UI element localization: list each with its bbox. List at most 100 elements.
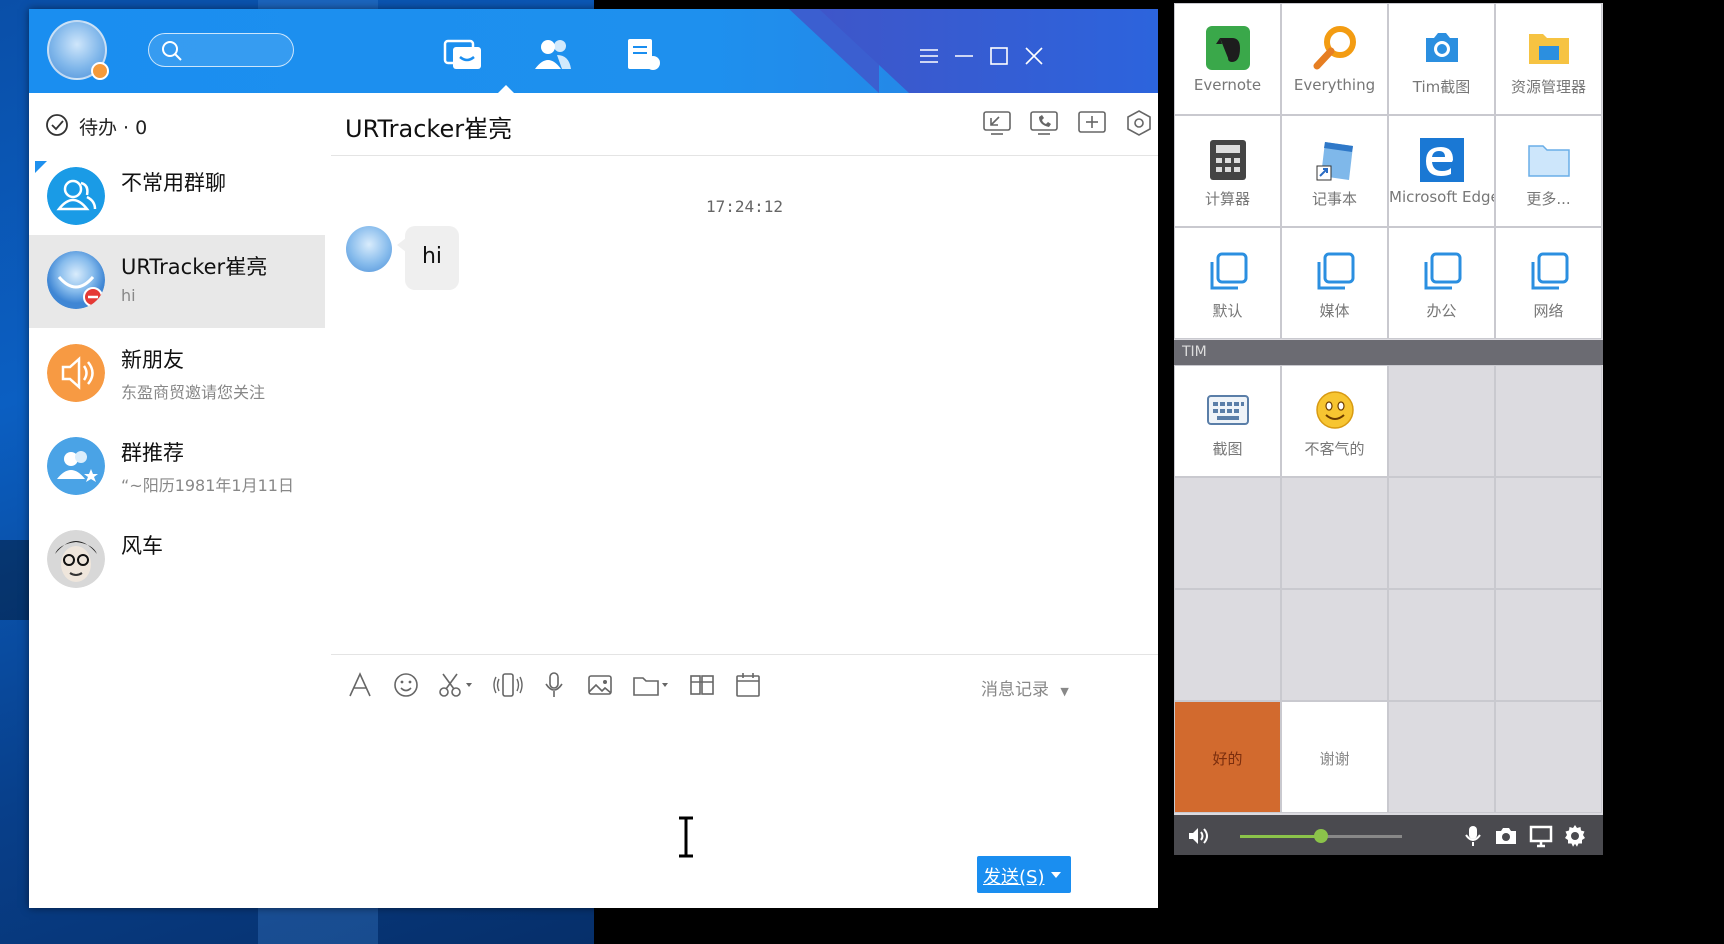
camera-icon: [1426, 33, 1458, 62]
volume-slider-handle[interactable]: [1314, 829, 1328, 843]
send-button[interactable]: 发送(S): [977, 856, 1071, 893]
app-label: Tim截图: [1412, 78, 1471, 96]
contacts-tab-icon[interactable]: [533, 37, 573, 71]
close-icon[interactable]: [1023, 46, 1045, 66]
monitor-icon[interactable]: [1529, 824, 1553, 848]
category-tile-media[interactable]: 媒体: [1281, 227, 1388, 339]
copy-icon: [1317, 252, 1355, 290]
conversation-name: 群推荐: [121, 441, 184, 465]
empty-tile: [1495, 365, 1602, 477]
conversation-item[interactable]: 新朋友 东盈商贸邀请您关注: [29, 328, 325, 421]
app-tile-edge[interactable]: Microsoft Edge: [1388, 115, 1495, 227]
screen-share-icon[interactable]: [982, 109, 1012, 137]
my-avatar[interactable]: [47, 20, 109, 80]
app-tile-everything[interactable]: Everything: [1281, 3, 1388, 115]
category-label: 网络: [1533, 302, 1564, 320]
group-title: TIM: [1182, 344, 1207, 360]
phrase-label: 谢谢: [1319, 750, 1350, 768]
documents-tab-icon[interactable]: [623, 37, 663, 71]
tim-tile-screenshot[interactable]: 截图: [1174, 365, 1281, 477]
history-label: 消息记录: [981, 680, 1049, 700]
conversation-name: 风车: [121, 534, 163, 558]
todo-row[interactable]: 待办 · 0: [29, 93, 325, 151]
phrase-tile-ok[interactable]: 好的: [1174, 701, 1281, 813]
phone-call-icon[interactable]: [1029, 109, 1059, 137]
microphone-icon[interactable]: [539, 670, 569, 700]
evernote-icon: [1206, 26, 1250, 70]
maximize-icon[interactable]: [988, 46, 1010, 66]
header-divider: [331, 155, 1158, 156]
speaker-avatar-icon: [47, 344, 105, 402]
phrase-label: 好的: [1212, 750, 1243, 768]
message-history-button[interactable]: 消息记录 ▼: [981, 675, 1069, 700]
keyboard-icon: [1207, 395, 1249, 425]
empty-tile: [1388, 589, 1495, 701]
conversation-item[interactable]: 不常用群聊: [29, 151, 325, 244]
tim-window: 待办 · 0 不常用群聊 URTracker崔亮 hi 新朋友 东盈商贸邀请您关…: [29, 9, 1158, 908]
messages-tab-icon[interactable]: [443, 37, 483, 71]
conversation-item[interactable]: 风车: [29, 514, 325, 607]
quick-launcher-panel: Evernote Everything Tim截图 资源管理器 计算器 记事本 …: [1174, 3, 1603, 855]
category-tile-default[interactable]: 默认: [1174, 227, 1281, 339]
volume-icon[interactable]: [1186, 824, 1210, 848]
app-tile-calculator[interactable]: 计算器: [1174, 115, 1281, 227]
empty-tile: [1388, 477, 1495, 589]
copy-icon: [1424, 252, 1462, 290]
microphone-icon[interactable]: [1461, 824, 1485, 848]
conversation-preview: hi: [121, 286, 136, 305]
add-member-icon[interactable]: [1077, 109, 1107, 137]
notepad-icon: [1316, 142, 1353, 181]
category-tile-office[interactable]: 办公: [1388, 227, 1495, 339]
group-recommend-avatar-icon: [47, 437, 105, 495]
scissors-icon[interactable]: [435, 670, 475, 700]
tim-tile-youre-welcome[interactable]: 不客气的: [1281, 365, 1388, 477]
group-header: TIM: [1174, 340, 1603, 365]
category-label: 媒体: [1319, 302, 1350, 320]
magnifier-icon: [1313, 26, 1356, 70]
contact-avatar: [47, 251, 105, 309]
gear-icon[interactable]: [1563, 824, 1587, 848]
conversation-preview: 东盈商贸邀请您关注: [121, 383, 266, 402]
search-input[interactable]: [185, 40, 285, 60]
message-timestamp: 17:24:12: [705, 197, 784, 216]
folder-send-icon[interactable]: [631, 670, 671, 700]
conversation-item[interactable]: 群推荐 “~阳历1981年1月11日: [29, 421, 325, 514]
folder-icon: [1529, 34, 1569, 64]
conversation-name: 新朋友: [121, 348, 184, 372]
font-icon[interactable]: [345, 670, 375, 700]
empty-tile: [1281, 477, 1388, 589]
menu-icon[interactable]: [918, 46, 940, 66]
category-tile-network[interactable]: 网络: [1495, 227, 1602, 339]
app-tile-notepad[interactable]: 记事本: [1281, 115, 1388, 227]
chevron-down-icon: ▼: [1060, 685, 1069, 698]
app-tile-evernote[interactable]: Evernote: [1174, 3, 1281, 115]
message-bubble[interactable]: hi: [397, 226, 459, 290]
chevron-down-icon: [1051, 872, 1061, 878]
empty-tile: [1281, 589, 1388, 701]
message-sender-avatar[interactable]: [346, 226, 392, 272]
calendar-icon[interactable]: [733, 670, 763, 700]
app-tile-explorer[interactable]: 资源管理器: [1495, 3, 1602, 115]
smiley-icon: [1316, 391, 1354, 429]
shake-icon[interactable]: [493, 670, 523, 700]
pinned-flag: [35, 161, 47, 173]
search-box[interactable]: [148, 33, 294, 67]
phrase-tile-thanks[interactable]: 谢谢: [1281, 701, 1388, 813]
emoji-icon[interactable]: [391, 670, 421, 700]
app-label: 记事本: [1311, 190, 1357, 208]
empty-tile: [1174, 589, 1281, 701]
copy-icon: [1210, 252, 1248, 290]
app-label: 更多...: [1526, 190, 1571, 208]
calculator-icon: [1210, 140, 1246, 180]
conversation-name: 不常用群聊: [121, 171, 226, 195]
settings-hexagon-icon[interactable]: [1124, 109, 1154, 137]
image-icon[interactable]: [585, 670, 615, 700]
conversation-item-selected[interactable]: URTracker崔亮 hi: [29, 235, 325, 328]
text-cursor-icon: [679, 816, 693, 858]
app-tile-tim-screenshot[interactable]: Tim截图: [1388, 3, 1495, 115]
app-tile-more[interactable]: 更多...: [1495, 115, 1602, 227]
empty-tile: [1388, 365, 1495, 477]
screen-capture-icon[interactable]: [687, 670, 717, 700]
camera-icon[interactable]: [1494, 824, 1518, 848]
minimize-icon[interactable]: [953, 46, 975, 66]
